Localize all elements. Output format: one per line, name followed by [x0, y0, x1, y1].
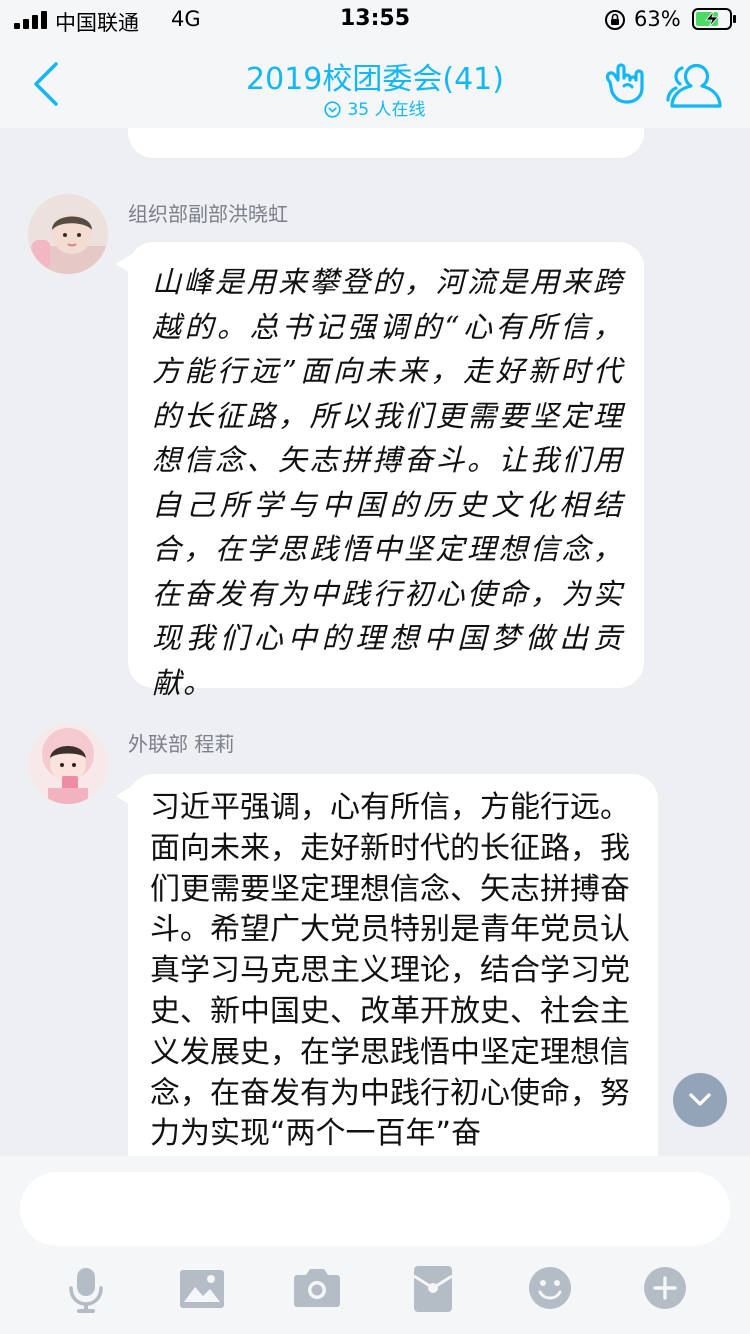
- image-icon[interactable]: [180, 1270, 224, 1308]
- status-bar: 中国联通 4G 13:55 63%: [0, 0, 750, 40]
- nav-bar: 2019校团委会(41) 35 人在线: [0, 40, 750, 128]
- sender-name: 外联部 程莉: [128, 732, 235, 756]
- message-bubble[interactable]: 习近平强调，心有所信，方能行远。面向未来，走好新时代的长征路，我们更需要坚定理想…: [116, 774, 658, 1156]
- camera-icon[interactable]: [294, 1267, 340, 1307]
- message-input[interactable]: [20, 1172, 730, 1246]
- avatar[interactable]: [28, 194, 108, 274]
- previous-message-bubble[interactable]: [128, 128, 644, 158]
- sender-name: 组织部副部洪晓虹: [128, 202, 288, 226]
- red-packet-icon[interactable]: [414, 1266, 452, 1312]
- online-check-icon: [324, 101, 342, 118]
- avatar[interactable]: [28, 724, 108, 804]
- online-count-label: 35 人在线: [347, 100, 426, 120]
- microphone-icon[interactable]: [68, 1266, 104, 1314]
- message-bubble[interactable]: 山峰是用来攀登的，河流是用来跨越的。总书记强调的“心有所信，方能行远”面向未来，…: [116, 242, 644, 700]
- message-text: 习近平强调，心有所信，方能行远。面向未来，走好新时代的长征路，我们更需要坚定理想…: [150, 790, 630, 1152]
- chat-area[interactable]: 组织部副部洪晓虹 山峰是用来攀登的，河流是用来跨越的。总书记强调的“心有所信，方…: [0, 128, 750, 1156]
- message-text: 山峰是用来攀登的，河流是用来跨越的。总书记强调的“心有所信，方能行远”面向未来，…: [152, 265, 624, 700]
- rotation-lock-icon: [605, 10, 625, 30]
- hand-gesture-icon[interactable]: [604, 62, 644, 104]
- chevron-down-icon: [689, 1093, 711, 1106]
- input-area: [0, 1156, 750, 1334]
- group-members-icon[interactable]: [666, 60, 722, 110]
- plus-icon[interactable]: [643, 1266, 687, 1310]
- emoji-icon[interactable]: [528, 1266, 572, 1310]
- scroll-to-bottom-button[interactable]: [673, 1073, 727, 1127]
- battery-percentage: 63%: [634, 7, 681, 31]
- battery-charging-icon: [692, 8, 736, 30]
